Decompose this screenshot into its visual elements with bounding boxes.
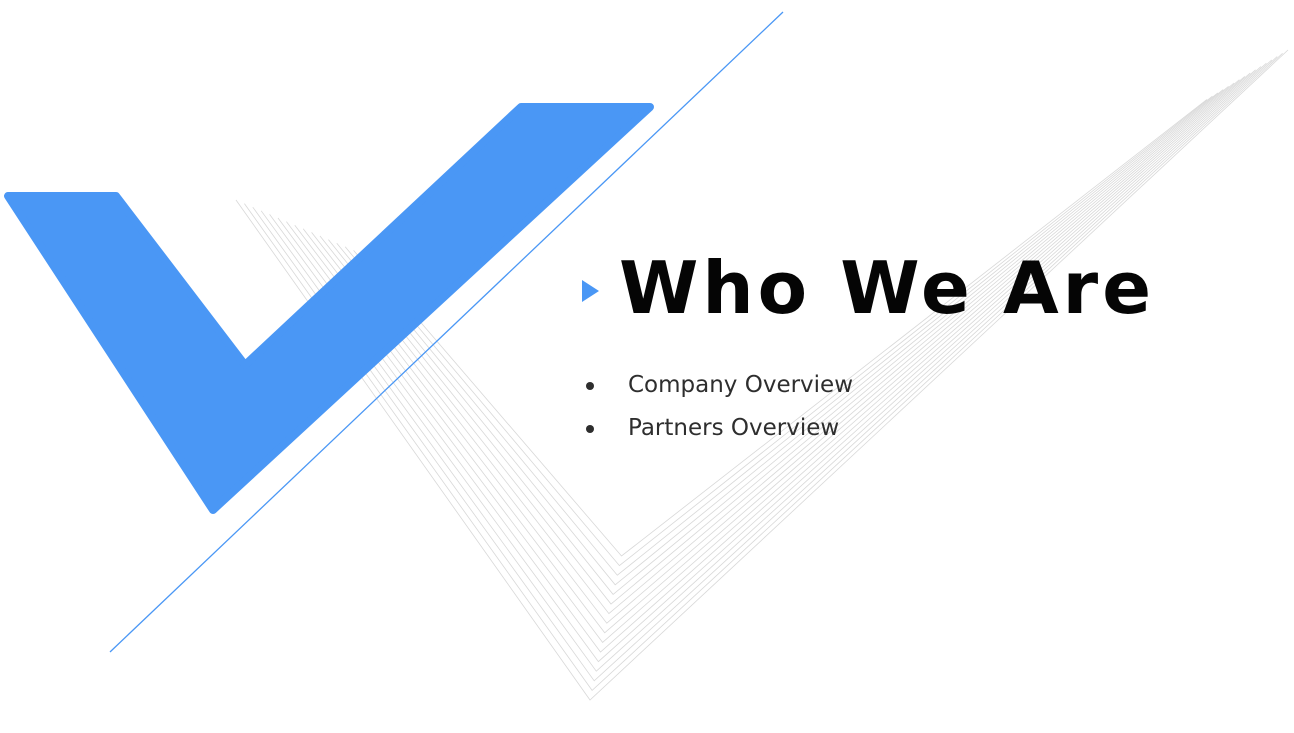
pattern-line bbox=[269, 62, 1267, 663]
slide-title: Who We Are bbox=[619, 246, 1156, 330]
pattern-line bbox=[311, 79, 1240, 615]
pattern-line bbox=[294, 72, 1251, 634]
bullet-dot-icon bbox=[586, 382, 594, 390]
bullet-dot-icon bbox=[586, 425, 594, 433]
bullet-item-company-overview: Company Overview bbox=[582, 364, 853, 407]
bullet-item-partners-overview: Partners Overview bbox=[582, 407, 853, 450]
checkmark-logo bbox=[4, 103, 654, 514]
triangle-right-icon bbox=[582, 280, 599, 302]
bullet-label: Company Overview bbox=[628, 372, 854, 398]
bullet-label: Partners Overview bbox=[628, 415, 840, 441]
title-row: Who We Are bbox=[582, 238, 1155, 338]
pattern-line bbox=[277, 66, 1262, 653]
slide: Who We Are Company Overview Partners Ove… bbox=[0, 0, 1294, 733]
bullet-list: Company Overview Partners Overview bbox=[582, 364, 853, 450]
pattern-line bbox=[286, 69, 1256, 643]
